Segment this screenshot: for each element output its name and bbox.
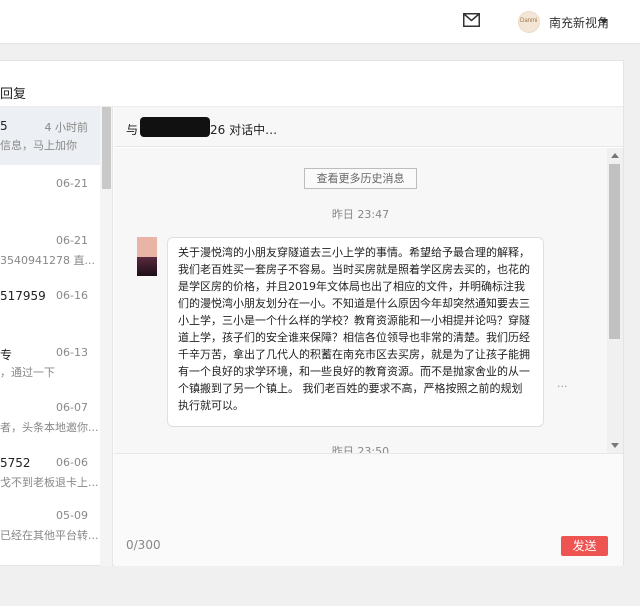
- redacted-username: [140, 117, 210, 137]
- conversation-preview: ，通过一下: [0, 366, 55, 379]
- chat-header-suffix: 26 对话中…: [210, 123, 278, 137]
- conversation-preview: 戈不到老板退卡上...: [0, 476, 99, 489]
- conversation-preview: 信息，马上加你: [0, 139, 77, 152]
- mail-icon[interactable]: [463, 13, 480, 27]
- conversation-preview: 3540941278 直...: [0, 254, 95, 267]
- conversation-name: 5: [0, 119, 8, 133]
- load-history-button[interactable]: 查看更多历史消息: [304, 168, 417, 189]
- message-timestamp: 昨日 23:50: [331, 445, 390, 453]
- chat-scrollbar-thumb[interactable]: [609, 164, 620, 339]
- top-header: Danmi 南充新视角: [0, 0, 640, 44]
- chevron-down-icon[interactable]: [600, 19, 608, 24]
- list-item[interactable]: 5 4 小时前 信息，马上加你: [0, 107, 100, 165]
- list-item[interactable]: 5752 06-06 戈不到老板退卡上...: [0, 444, 100, 502]
- message-panel: 回复 5 4 小时前 信息，马上加你 06-21 06-21 354094127…: [0, 60, 624, 566]
- list-item[interactable]: 06-21 3540941278 直...: [0, 222, 100, 280]
- conversation-time: 06-07: [56, 401, 88, 414]
- chat-messages: 查看更多历史消息 昨日 23:47 关于漫悦湾的小朋友穿隧道去三小上学的事情。希…: [114, 148, 607, 453]
- conversation-preview: 者，头条本地邀你...: [0, 421, 99, 434]
- scroll-up-arrow-icon[interactable]: [611, 153, 619, 158]
- message-composer[interactable]: 0/300 发送: [114, 453, 623, 566]
- list-scrollbar-thumb[interactable]: [102, 107, 111, 189]
- conversation-time: 06-06: [56, 456, 88, 469]
- list-item[interactable]: 06-07 者，头条本地邀你...: [0, 389, 100, 447]
- conversation-time: 06-16: [56, 289, 88, 302]
- conversation-name: 517959: [0, 289, 46, 303]
- conversation-time: 05-09: [56, 509, 88, 522]
- list-item[interactable]: 专 06-13 ，通过一下: [0, 334, 100, 392]
- list-item[interactable]: 05-09 已经在其他平台转...: [0, 497, 100, 555]
- conversation-time: 06-13: [56, 346, 88, 359]
- chat-header-prefix: 与: [126, 123, 139, 137]
- avatar: [137, 237, 157, 276]
- list-item[interactable]: 06-21: [0, 165, 100, 223]
- chat-header: 与 26 对话中…: [114, 107, 623, 147]
- conversation-time: 4 小时前: [44, 121, 89, 134]
- conversation-name: 5752: [0, 456, 31, 470]
- scroll-down-arrow-icon[interactable]: [611, 443, 619, 448]
- avatar[interactable]: Danmi: [518, 11, 540, 33]
- conversation-time: 06-21: [56, 177, 88, 190]
- message-bubble: 关于漫悦湾的小朋友穿隧道去三小上学的事情。希望给予最合理的解释，我们老百姓买一套…: [167, 237, 544, 427]
- message-timestamp: 昨日 23:47: [331, 208, 390, 221]
- character-counter: 0/300: [126, 538, 161, 552]
- conversation-list: 5 4 小时前 信息，马上加你 06-21 06-21 3540941278 直…: [0, 107, 114, 566]
- list-scrollbar[interactable]: [100, 107, 113, 566]
- panel-title: 回复: [0, 87, 27, 102]
- conversation-time: 06-21: [56, 234, 88, 247]
- conversation-preview: 已经在其他平台转...: [0, 529, 99, 542]
- send-button[interactable]: 发送: [561, 536, 608, 556]
- conversation-name: 专: [0, 348, 13, 362]
- more-options-icon[interactable]: ···: [557, 380, 568, 393]
- chat-scrollbar[interactable]: [607, 148, 623, 453]
- list-item[interactable]: 517959 06-16: [0, 277, 100, 335]
